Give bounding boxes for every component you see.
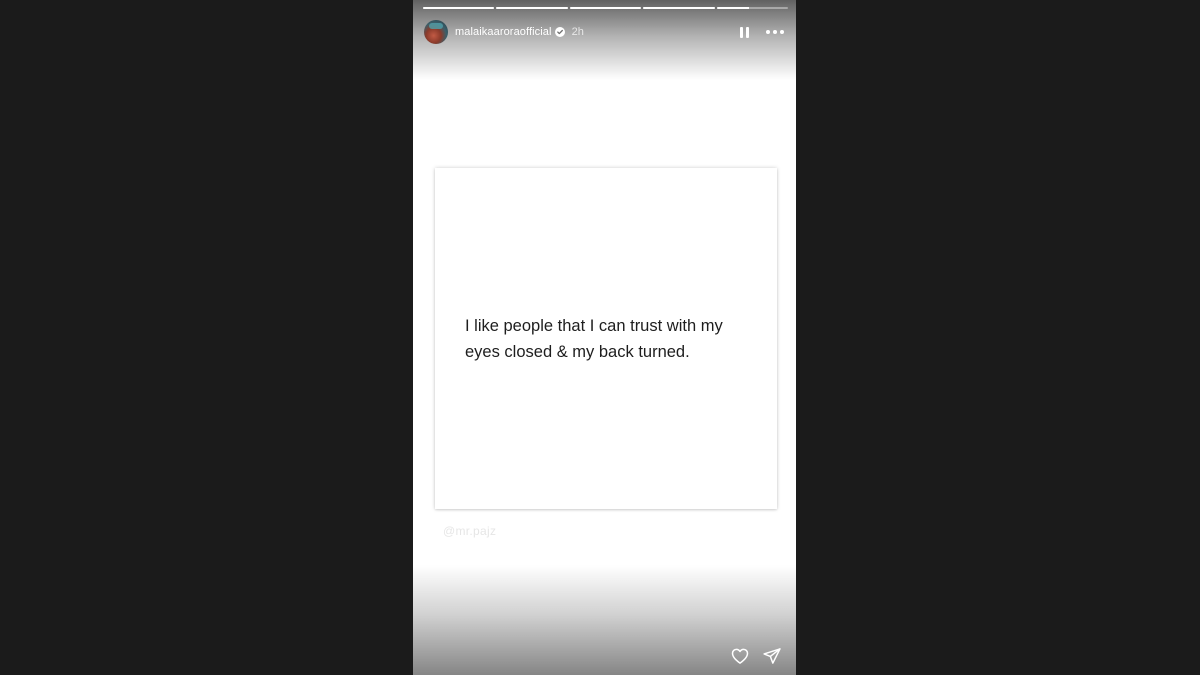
- quote-text: I like people that I can trust with my e…: [465, 317, 723, 361]
- progress-fill: [496, 7, 568, 9]
- username[interactable]: malaikaaroraofficial: [455, 26, 552, 38]
- pause-button[interactable]: [737, 25, 751, 39]
- story-header: malaikaaroraofficial 2h: [424, 19, 784, 45]
- progress-segment: [569, 7, 642, 9]
- progress-fill: [643, 7, 715, 9]
- progress-fill: [569, 7, 642, 9]
- pause-icon-bar: [739, 26, 743, 38]
- watermark-handle: @mr.pajz: [443, 524, 497, 538]
- avatar[interactable]: [424, 20, 448, 44]
- more-options-button[interactable]: [766, 25, 784, 39]
- progress-segment: [643, 7, 715, 9]
- progress-fill: [423, 7, 495, 9]
- story-progress-bar: [423, 7, 789, 9]
- progress-segment: [423, 7, 495, 9]
- progress-segment: [716, 7, 789, 9]
- progress-segment: [496, 7, 568, 9]
- pause-icon-bar: [745, 26, 749, 38]
- page-background: malaikaaroraofficial 2h I like people th…: [0, 0, 1200, 675]
- heart-icon[interactable]: [730, 646, 750, 666]
- story-viewer[interactable]: malaikaaroraofficial 2h I like people th…: [413, 0, 796, 675]
- more-options-icon-dot: [766, 30, 770, 34]
- more-options-icon-dot: [780, 30, 784, 34]
- progress-fill: [716, 7, 749, 9]
- verified-badge-icon: [554, 27, 565, 37]
- send-icon[interactable]: [762, 646, 782, 666]
- story-actions: [730, 646, 782, 666]
- more-options-icon-dot: [773, 30, 777, 34]
- post-time: 2h: [571, 26, 584, 38]
- quote-card: I like people that I can trust with my e…: [435, 168, 777, 509]
